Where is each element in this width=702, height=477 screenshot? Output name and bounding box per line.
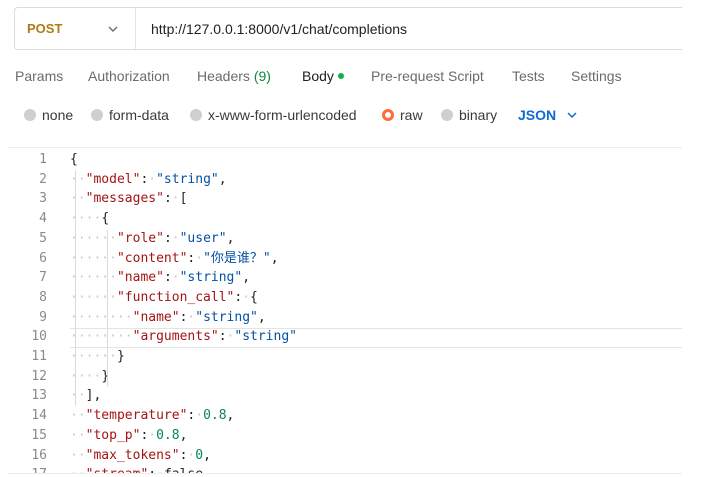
chevron-down-icon	[567, 112, 577, 119]
request-bar: POST http://127.0.0.1:8000/v1/chat/compl…	[14, 7, 682, 50]
tab-label: Body	[302, 68, 334, 84]
code-text: ······}	[70, 349, 125, 364]
line-number: 2	[39, 171, 47, 187]
code-text: ··"model":·"string",	[70, 171, 227, 187]
headers-count: (9)	[253, 68, 271, 84]
tab-params[interactable]: Params	[15, 68, 63, 84]
radio-label: binary	[459, 107, 498, 123]
code-text: ······"role":·"user",	[70, 230, 235, 246]
line-number: 17	[7, 465, 47, 473]
line-number: 4	[39, 211, 47, 227]
code-text: {	[70, 152, 78, 167]
radio-circle-icon	[441, 109, 453, 121]
line-number: 15	[31, 427, 47, 443]
radio-circle-icon	[24, 109, 36, 121]
code-line: 8 ······"function_call":·{	[7, 288, 682, 308]
code-text: ········"name":·"string",	[70, 309, 266, 325]
radio-label: raw	[400, 107, 423, 123]
active-dot-icon	[337, 73, 344, 79]
method-label: POST	[27, 21, 63, 36]
code-line: 5 ······"role":·"user",	[7, 229, 682, 249]
line-number: 11	[31, 349, 47, 364]
code-line: 6 ······"content":·"你是谁？",	[7, 249, 682, 269]
radio-label: none	[42, 107, 74, 123]
code-text: ······"content":·"你是谁？",	[70, 250, 279, 266]
code-line: 2 ··"model":·"string",	[7, 170, 682, 190]
line-number: 13	[31, 388, 47, 404]
code-line: 10 ········"arguments":·"string"	[7, 327, 682, 347]
code-line: 7 ······"name":·"string",	[7, 268, 682, 288]
code-text: ··"stream":·false	[70, 465, 203, 473]
tab-settings[interactable]: Settings	[571, 68, 622, 84]
tab-label: Settings	[571, 68, 622, 84]
radio-circle-icon	[91, 109, 103, 121]
tab-tests[interactable]: Tests	[512, 68, 545, 84]
radio-binary[interactable]: binary	[441, 107, 497, 123]
code-line: 13 ··],	[7, 386, 682, 406]
radio-none[interactable]: none	[24, 107, 73, 123]
language-select[interactable]: JSON	[518, 107, 578, 123]
code-line: 11 ······}	[7, 347, 682, 367]
line-number: 6	[39, 250, 47, 266]
line-number: 9	[39, 309, 47, 325]
tab-label: Pre-request Script	[371, 68, 484, 84]
chevron-down-icon	[108, 26, 118, 32]
line-number: 7	[39, 270, 47, 286]
code-line: 16 ··"max_tokens":·0,	[7, 446, 682, 466]
radio-raw[interactable]: raw	[382, 107, 423, 123]
code-text: ··"max_tokens":·0,	[70, 447, 211, 463]
line-number: 12	[31, 368, 47, 384]
tab-headers[interactable]: Headers (9)	[197, 68, 271, 84]
radio-x-www-form-urlencoded[interactable]: x-www-form-urlencoded	[190, 107, 357, 123]
radio-form-data[interactable]: form-data	[91, 107, 169, 123]
line-number: 16	[31, 447, 47, 463]
code-text: ··"temperature":·0.8,	[70, 408, 235, 424]
code-text: ······"function_call":·{	[70, 289, 258, 305]
code-text: ······"name":·"string",	[70, 270, 251, 286]
radio-circle-icon	[190, 109, 202, 121]
line-number: 1	[39, 152, 47, 167]
code-line: 9 ········"name":·"string",	[7, 308, 682, 328]
code-line: 12 ····}	[7, 367, 682, 387]
language-label: JSON	[518, 107, 557, 123]
code-line: 15 ··"top_p":·0.8,	[7, 426, 682, 446]
tab-label: Headers	[197, 68, 250, 84]
tab-label: Tests	[512, 68, 545, 84]
tab-label: Params	[15, 68, 64, 84]
code-line: 1{	[7, 150, 682, 170]
radio-selected-icon	[382, 109, 394, 121]
tab-body[interactable]: Body	[302, 68, 344, 84]
line-number: 3	[39, 191, 47, 207]
method-select[interactable]: POST	[15, 8, 136, 49]
url-input[interactable]: http://127.0.0.1:8000/v1/chat/completion…	[136, 21, 407, 37]
code-text: ··"top_p":·0.8,	[70, 427, 188, 443]
line-number: 14	[31, 408, 47, 424]
indent-guide	[107, 230, 108, 386]
code-text: ········"arguments":·"string"	[70, 329, 297, 345]
code-line: 14 ··"temperature":·0.8,	[7, 406, 682, 426]
tab-pre-request-script[interactable]: Pre-request Script	[371, 68, 484, 84]
radio-label: x-www-form-urlencoded	[208, 107, 357, 123]
indent-guide	[75, 170, 76, 406]
line-number: 10	[31, 329, 47, 345]
tab-authorization[interactable]: Authorization	[88, 68, 170, 84]
code-line: 3 ··"messages":·[	[7, 189, 682, 209]
tab-label: Authorization	[88, 68, 170, 84]
code-line: 17 ··"stream":·false	[7, 465, 682, 473]
code-editor[interactable]: 1{2 ··"model":·"string", 3 ··"messages":·[4…	[7, 147, 682, 474]
code-text: ··"messages":·[	[70, 191, 188, 207]
radio-label: form-data	[109, 107, 169, 123]
line-number: 8	[39, 289, 47, 305]
code-line: 4 ····{	[7, 209, 682, 229]
line-number: 5	[39, 230, 47, 246]
